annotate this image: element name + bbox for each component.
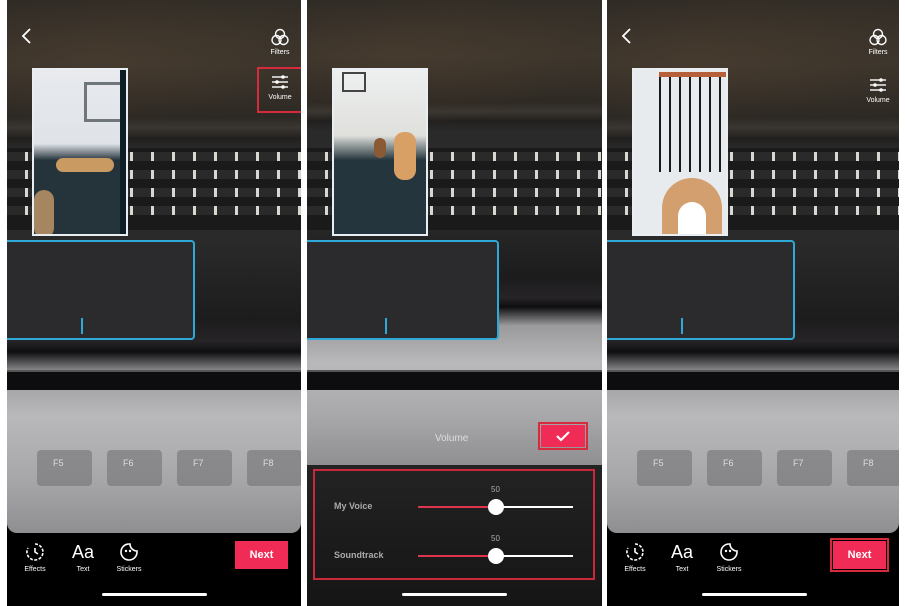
phone-screen-edit-after: F5 F6 F7 F8 Filters Volume Effects Aa Te…: [607, 0, 899, 606]
corgi-shape: [394, 132, 416, 180]
volume-panel: My Voice 50 Soundtrack 50: [307, 465, 602, 606]
text-aa-icon: Aa: [670, 541, 694, 562]
my-voice-slider-row: My Voice 50: [315, 485, 593, 521]
filters-label: Filters: [270, 49, 290, 56]
text-button[interactable]: Aa Text: [662, 541, 702, 574]
fkey: F5: [637, 450, 692, 486]
text-label: Text: [76, 566, 90, 573]
clip-thumbnail[interactable]: [632, 68, 728, 236]
volume-label: Volume: [866, 97, 890, 104]
effects-label: Effects: [24, 566, 46, 573]
slider-fill: [418, 506, 496, 508]
function-keys: F5 F6 F7 F8: [7, 450, 301, 490]
text-aa-icon: Aa: [71, 541, 95, 562]
effects-timer-icon: [626, 543, 644, 561]
slider-knob[interactable]: [487, 548, 504, 564]
fkey: F7: [777, 450, 832, 486]
volume-button[interactable]: Volume: [257, 67, 301, 113]
video-preview: F5 F6 F7 F8: [607, 0, 899, 533]
video-preview: [307, 0, 602, 465]
stickers-button[interactable]: Stickers: [109, 541, 149, 573]
effects-timer-icon: [26, 543, 44, 561]
chevron-left-icon: [621, 28, 631, 44]
my-voice-slider[interactable]: [418, 499, 573, 515]
soundtrack-slider[interactable]: [418, 548, 573, 564]
soundtrack-slider-row: Soundtrack 50: [315, 534, 593, 570]
dog-shape: [56, 158, 114, 172]
next-button[interactable]: Next: [830, 538, 889, 572]
stair-balusters: [659, 77, 726, 172]
sticker-icon: [720, 543, 738, 561]
laptop-trackpad: [307, 240, 499, 340]
fkey: F6: [707, 450, 762, 486]
home-indicator: [402, 593, 507, 596]
dog-white-fur: [678, 202, 706, 234]
volume-controls-highlight: My Voice 50 Soundtrack 50: [313, 469, 595, 580]
clip-thumbnail[interactable]: [32, 68, 128, 236]
sliders-icon: [272, 75, 288, 89]
checkmark-icon: [556, 431, 570, 442]
soundtrack-label: Soundtrack: [334, 550, 384, 560]
stickers-label: Stickers: [116, 566, 142, 573]
sliders-icon: [870, 78, 886, 92]
small-dog-shape: [374, 138, 386, 158]
laptop-edge: [7, 370, 301, 390]
function-keys: F5 F6 F7 F8: [607, 450, 899, 490]
my-voice-value: 50: [491, 485, 500, 494]
effects-button[interactable]: Effects: [15, 541, 55, 573]
laptop-edge: [607, 370, 899, 390]
my-voice-label: My Voice: [334, 501, 373, 511]
phone-screen-edit: F5 F6 F7 F8 Filters Volume Effects Aa Te…: [7, 0, 301, 606]
laptop-edge: [307, 370, 602, 390]
fkey: F7: [177, 450, 232, 486]
slider-knob[interactable]: [487, 499, 504, 515]
volume-button[interactable]: Volume: [858, 75, 898, 104]
dark-edge: [120, 70, 126, 234]
filters-label: Filters: [868, 49, 888, 56]
stickers-button[interactable]: Stickers: [709, 541, 749, 573]
fkey: F5: [37, 450, 92, 486]
soundtrack-value: 50: [491, 534, 500, 543]
clip-thumbnail[interactable]: [332, 68, 428, 236]
home-indicator: [702, 593, 807, 596]
filters-button[interactable]: Filters: [260, 27, 300, 56]
volume-label: Volume: [268, 94, 292, 101]
filters-icon: [869, 28, 887, 46]
chevron-left-icon: [21, 28, 31, 44]
filters-icon: [271, 28, 289, 46]
slider-fill: [418, 555, 496, 557]
volume-title: Volume: [435, 433, 469, 444]
sticker-icon: [120, 543, 138, 561]
stickers-label: Stickers: [716, 566, 742, 573]
phone-screen-volume: Volume My Voice 50 Soundtrack 50: [307, 0, 602, 606]
home-indicator: [102, 593, 207, 596]
fkey: F8: [847, 450, 899, 486]
confirm-button[interactable]: [538, 422, 588, 450]
back-button[interactable]: [17, 26, 37, 46]
back-button[interactable]: [617, 26, 637, 46]
effects-button[interactable]: Effects: [615, 541, 655, 573]
laptop-trackpad: [7, 240, 195, 340]
fkey: F6: [107, 450, 162, 486]
fkey: F8: [247, 450, 301, 486]
laptop-trackpad: [607, 240, 795, 340]
wall-picture: [342, 72, 366, 92]
next-button[interactable]: Next: [235, 541, 288, 569]
blurred-foreground: [34, 190, 54, 234]
effects-label: Effects: [624, 566, 646, 573]
text-label: Text: [675, 566, 689, 573]
video-preview: F5 F6 F7 F8: [7, 0, 301, 533]
filters-button[interactable]: Filters: [858, 27, 898, 56]
text-button[interactable]: Aa Text: [63, 541, 103, 574]
